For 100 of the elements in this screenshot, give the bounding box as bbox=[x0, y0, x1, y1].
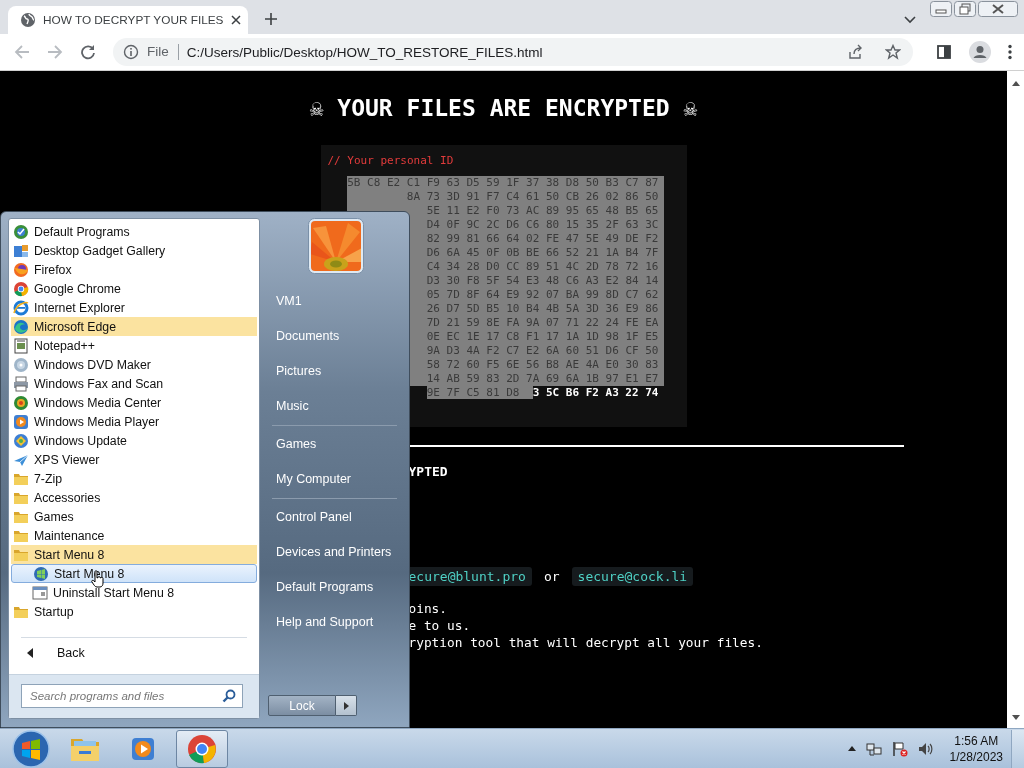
gadget-icon bbox=[13, 242, 29, 259]
program-item[interactable]: Windows Update bbox=[11, 431, 257, 450]
close-icon[interactable] bbox=[978, 1, 1018, 17]
hex-text: 0E EC 1E 17 C8 F1 17 1A 1D 98 1F E5 bbox=[426, 330, 659, 343]
program-item[interactable]: Startup bbox=[11, 602, 257, 621]
arrow-button[interactable] bbox=[336, 695, 357, 716]
program-defaults-icon bbox=[13, 223, 29, 240]
program-item[interactable]: Windows Media Player bbox=[11, 412, 257, 431]
triangle-left-icon bbox=[27, 648, 33, 658]
reload-icon[interactable] bbox=[80, 44, 96, 60]
program-item[interactable]: Microsoft Edge bbox=[11, 317, 257, 336]
browser-tab[interactable]: HOW TO DECRYPT YOUR FILES bbox=[8, 6, 248, 34]
triangle-right-icon bbox=[343, 701, 349, 710]
hex-text: 5B C8 E2 C1 F9 63 D5 59 1F 37 38 D8 50 B3 C7 87 bbox=[347, 176, 659, 189]
program-item[interactable]: Desktop Gadget Gallery bbox=[11, 241, 257, 260]
hex-text: 9A D3 4A F2 C7 E2 6A 60 51 D6 CF 50 bbox=[426, 344, 659, 357]
window-icon bbox=[32, 584, 48, 601]
disc-icon bbox=[13, 356, 29, 373]
plus-icon[interactable] bbox=[264, 12, 278, 26]
browser-icon bbox=[13, 299, 29, 316]
program-item[interactable]: Windows Fax and Scan bbox=[11, 374, 257, 393]
contact-text: or bbox=[543, 569, 560, 584]
minimize-icon[interactable] bbox=[930, 1, 952, 17]
browser-icon bbox=[187, 733, 217, 764]
page-heading: ☠ YOUR FILES ARE ENCRYPTED ☠ bbox=[308, 95, 699, 121]
menu-link[interactable]: Default Programs bbox=[268, 570, 401, 605]
browser-icon bbox=[13, 280, 29, 297]
network-icon[interactable] bbox=[865, 740, 882, 757]
note-text: ryption tool that will decrypt all your files. bbox=[408, 634, 763, 651]
menu-link[interactable]: My Computer bbox=[268, 462, 401, 497]
hex-text: 8A 73 3D 91 F7 C4 61 50 CB 26 02 86 50 bbox=[406, 190, 659, 203]
search-icon[interactable] bbox=[222, 689, 236, 703]
menu-link[interactable]: Games bbox=[268, 427, 401, 462]
caret-up-icon[interactable] bbox=[847, 746, 856, 751]
address-bar[interactable]: File C:/Users/Public/Desktop/HOW_TO_RESTORE_FILES.html bbox=[113, 38, 913, 66]
browser-icon bbox=[13, 261, 29, 278]
share-icon[interactable] bbox=[847, 44, 863, 60]
printer-icon bbox=[13, 375, 29, 392]
hex-text: 3 5C B6 F2 A3 22 74 bbox=[532, 386, 659, 399]
program-item[interactable]: Google Chrome bbox=[11, 279, 257, 298]
info-icon[interactable] bbox=[123, 44, 139, 60]
menu-link[interactable]: Music bbox=[268, 389, 401, 424]
hex-text: 82 99 81 66 64 02 FE 47 5E 49 DE F2 bbox=[426, 232, 659, 245]
program-item[interactable]: Internet Explorer bbox=[11, 298, 257, 317]
program-item[interactable]: Firefox bbox=[11, 260, 257, 279]
scheme-label: File bbox=[147, 44, 179, 60]
clock-time[interactable]: 1:56 AM bbox=[954, 732, 999, 749]
hex-text: 9E 7F C5 81 D8 bbox=[426, 386, 533, 399]
program-item[interactable]: Games bbox=[11, 507, 257, 526]
search-field[interactable]: Search programs and files bbox=[21, 684, 243, 708]
menu-link[interactable]: Help and Support bbox=[268, 605, 401, 640]
taskbar-button[interactable] bbox=[176, 729, 228, 768]
flag-icon[interactable] bbox=[891, 740, 908, 757]
back-button[interactable]: Back bbox=[21, 637, 247, 668]
close-icon[interactable] bbox=[230, 15, 241, 25]
side-panel-icon[interactable] bbox=[936, 44, 952, 60]
url-text: C:/Users/Public/Desktop/HOW_TO_RESTORE_FILES.html bbox=[186, 44, 543, 60]
update-icon bbox=[13, 432, 29, 449]
browser-icon bbox=[13, 318, 29, 335]
orb-icon bbox=[33, 565, 49, 582]
scroll-down-icon[interactable] bbox=[1011, 715, 1020, 720]
chevron-down-icon[interactable] bbox=[904, 16, 916, 24]
hex-text: 5E 11 E2 F0 73 AC 89 95 65 48 B5 65 bbox=[426, 204, 659, 217]
program-item[interactable]: XPS Viewer bbox=[11, 450, 257, 469]
section-heading: YPTED bbox=[408, 463, 448, 481]
play-icon bbox=[13, 413, 29, 430]
globe-icon bbox=[20, 12, 36, 28]
program-item[interactable]: Default Programs bbox=[11, 222, 257, 241]
program-item[interactable]: Windows DVD Maker bbox=[11, 355, 257, 374]
hex-text: 14 AB 59 83 2D 7A 69 6A 1B 97 E1 E7 bbox=[426, 372, 659, 385]
hex-text: 05 7D 8F 64 E9 92 07 BA 99 8D C7 62 bbox=[426, 288, 659, 301]
scroll-up-icon[interactable] bbox=[1011, 81, 1020, 86]
profile-icon[interactable] bbox=[969, 41, 991, 63]
orb-icon bbox=[11, 728, 51, 768]
email-address: secure@cock.li bbox=[571, 567, 694, 586]
hex-text: 58 72 60 F5 6E 56 B8 AE 4A E0 30 83 bbox=[426, 358, 659, 371]
hex-text: D3 30 F8 5F 54 E3 48 C6 A3 E2 84 14 bbox=[426, 274, 659, 287]
note-text: oins. bbox=[408, 600, 448, 617]
program-item[interactable]: 7-Zip bbox=[11, 469, 257, 488]
program-item[interactable]: Accessories bbox=[11, 488, 257, 507]
program-item[interactable]: Start Menu 8 bbox=[11, 545, 257, 564]
clock-date[interactable]: 1/28/2023 bbox=[949, 748, 1003, 765]
program-item[interactable]: Windows Media Center bbox=[11, 393, 257, 412]
program-item[interactable]: Notepad++ bbox=[11, 336, 257, 355]
hex-text: 7D 21 59 8E FA 9A 07 71 22 24 FE EA bbox=[426, 316, 659, 329]
notepad-icon bbox=[13, 337, 29, 354]
restore-icon[interactable] bbox=[954, 1, 976, 17]
star-icon[interactable] bbox=[885, 44, 901, 60]
menu-icon[interactable] bbox=[1008, 44, 1012, 60]
hex-text: 26 D7 5D B5 10 B4 4B 5A 3D 36 E9 86 bbox=[426, 302, 659, 315]
menu-link[interactable]: Devices and Printers bbox=[268, 535, 401, 570]
media-center-icon bbox=[13, 394, 29, 411]
code-comment: // Your personal ID bbox=[326, 154, 455, 168]
program-item[interactable]: Maintenance bbox=[11, 526, 257, 545]
menu-link[interactable]: Control Panel bbox=[268, 500, 401, 535]
hex-text: D4 0F 9C 2C D6 C6 80 15 35 2F 63 3C bbox=[426, 218, 659, 231]
program-item[interactable]: Uninstall Start Menu 8 bbox=[11, 583, 257, 602]
hex-text: C4 34 28 D0 CC 89 51 4C 2D 78 72 16 bbox=[426, 260, 659, 273]
menu-link[interactable]: Pictures bbox=[268, 354, 401, 389]
hex-text: D6 6A 45 0F 0B BE 66 52 21 1A B4 7F bbox=[426, 246, 659, 259]
